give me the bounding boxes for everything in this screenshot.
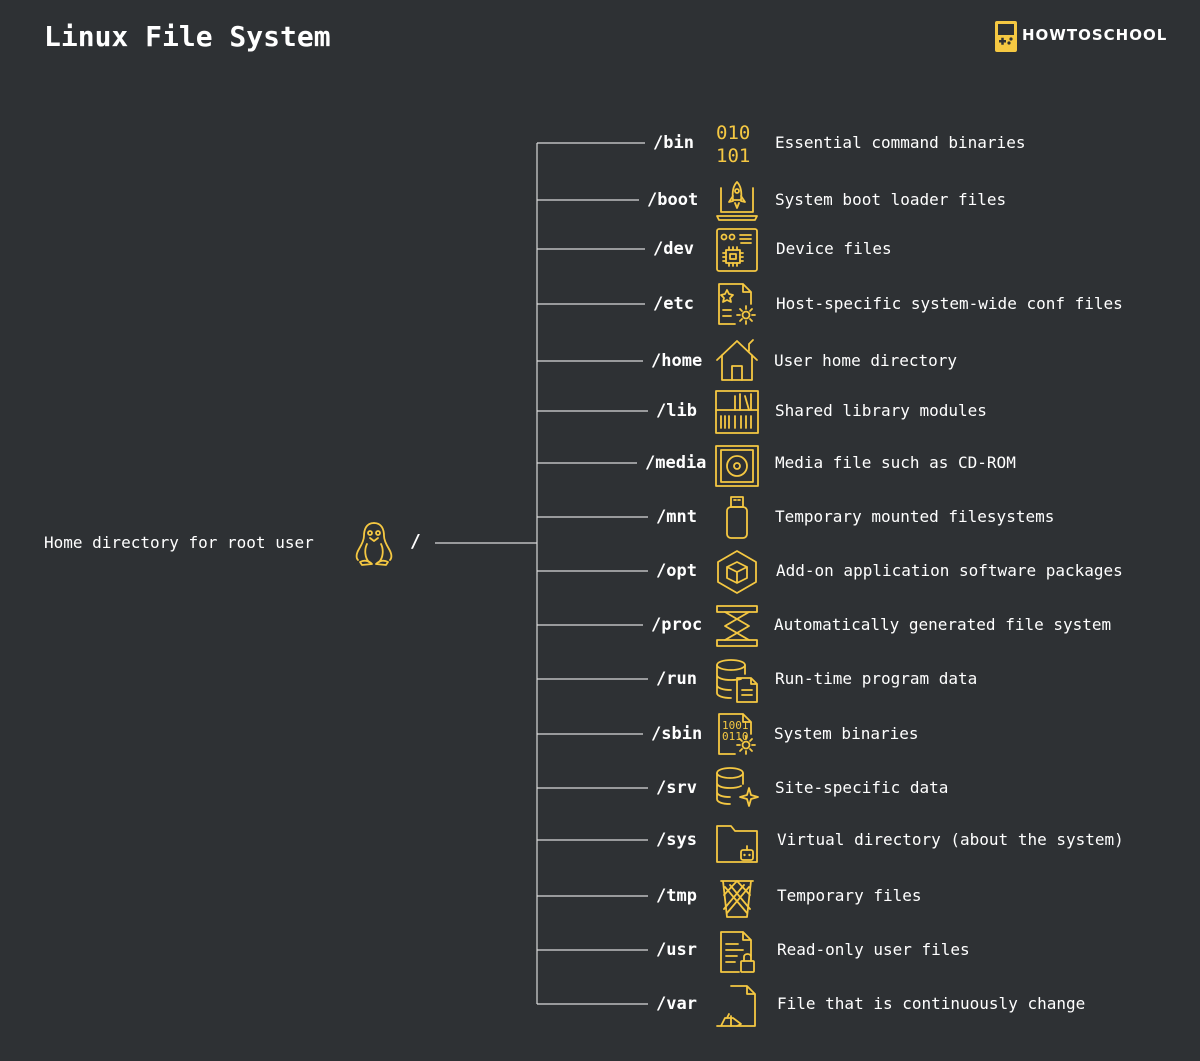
page-title: Linux File System xyxy=(44,20,331,53)
directory-path: /mnt xyxy=(656,507,697,527)
directory-description: Read-only user files xyxy=(777,940,970,959)
usb-drive-icon xyxy=(713,494,761,542)
directory-path: /home xyxy=(651,351,703,371)
directory-description: Run-time program data xyxy=(775,669,978,688)
directory-row: /boot System boot loader files xyxy=(0,189,1200,233)
database-file-icon xyxy=(713,656,761,704)
config-document-icon xyxy=(713,280,761,328)
directory-row: /mnt Temporary mounted filesystems xyxy=(0,506,1200,550)
scissor-lift-icon xyxy=(713,602,761,650)
device-chip-icon xyxy=(713,226,761,274)
directory-path: /opt xyxy=(656,561,697,581)
house-icon xyxy=(713,336,761,384)
directory-row: /proc Automatically generated file system xyxy=(0,614,1200,658)
library-shelf-icon xyxy=(713,388,761,436)
directory-row: /lib Shared library modules xyxy=(0,400,1200,444)
directory-path: /lib xyxy=(656,401,697,421)
directory-row: /etc Host-specific system-wide conf files xyxy=(0,293,1200,337)
directory-path: /etc xyxy=(653,294,694,314)
directory-path: /dev xyxy=(653,239,694,259)
brand-name: HOWTOSCHOOL xyxy=(1022,26,1168,44)
directory-description: Device files xyxy=(776,239,892,258)
rocket-laptop-icon xyxy=(713,176,761,224)
directory-path: /sys xyxy=(656,830,697,850)
directory-description: Virtual directory (about the system) xyxy=(777,830,1124,849)
binary-digits-icon: 010 101 xyxy=(713,120,761,168)
directory-row: /bin Essential command binaries xyxy=(0,132,1200,176)
directory-path: /var xyxy=(656,994,697,1014)
directory-row: /home User home directory xyxy=(0,350,1200,394)
binary-gear-icon: 1001 0110 xyxy=(713,710,761,758)
directory-description: User home directory xyxy=(774,351,958,370)
directory-description: Automatically generated file system xyxy=(774,615,1112,634)
folder-robot-icon xyxy=(713,818,761,866)
directory-row: /dev Device files xyxy=(0,238,1200,282)
directory-row: /opt Add-on application software packages xyxy=(0,560,1200,604)
directory-description: Site-specific data xyxy=(775,778,949,797)
directory-row: /run Run-time program data xyxy=(0,668,1200,712)
brand-logo: HOWTOSCHOOL xyxy=(994,20,1174,54)
directory-description: Media file such as CD-ROM xyxy=(775,453,1016,472)
directory-description: Shared library modules xyxy=(775,401,987,420)
directory-path: /boot xyxy=(647,190,699,210)
svg-text:010: 010 xyxy=(716,122,750,144)
directory-row: /usr Read-only user files xyxy=(0,939,1200,983)
directory-description: System boot loader files xyxy=(775,190,1007,209)
directory-description: System binaries xyxy=(774,724,919,743)
package-hexagon-icon xyxy=(713,548,761,596)
directory-path: /media xyxy=(645,453,707,473)
directory-description: Add-on application software packages xyxy=(776,561,1123,580)
directory-description: Temporary mounted filesystems xyxy=(775,507,1055,526)
directory-description: Host-specific system-wide conf files xyxy=(776,294,1123,313)
locked-document-icon xyxy=(713,928,761,976)
directory-row: /media Media file such as CD-ROM xyxy=(0,452,1200,496)
directory-path: /usr xyxy=(656,940,697,960)
directory-row: /srv Site-specific data xyxy=(0,777,1200,821)
directory-row: /sys Virtual directory (about the system) xyxy=(0,829,1200,873)
changing-file-icon xyxy=(713,982,761,1030)
directory-row: /var File that is continuously change xyxy=(0,993,1200,1037)
directory-description: Temporary files xyxy=(777,886,922,905)
gamepad-logo-icon xyxy=(995,21,1017,52)
directory-path: /tmp xyxy=(656,886,697,906)
directory-description: Essential command binaries xyxy=(775,133,1026,152)
directory-path: /proc xyxy=(651,615,703,635)
svg-text:101: 101 xyxy=(716,145,750,167)
trash-basket-icon xyxy=(713,873,761,921)
cd-rom-icon xyxy=(713,442,761,490)
directory-path: /srv xyxy=(656,778,697,798)
directory-row: /tmp Temporary files xyxy=(0,885,1200,929)
directory-description: File that is continuously change xyxy=(777,994,1086,1013)
database-sparkle-icon xyxy=(713,764,761,812)
directory-row: /sbin System binaries xyxy=(0,723,1200,767)
directory-path: /run xyxy=(656,669,697,689)
directory-path: /sbin xyxy=(651,724,703,744)
directory-path: /bin xyxy=(653,133,694,153)
